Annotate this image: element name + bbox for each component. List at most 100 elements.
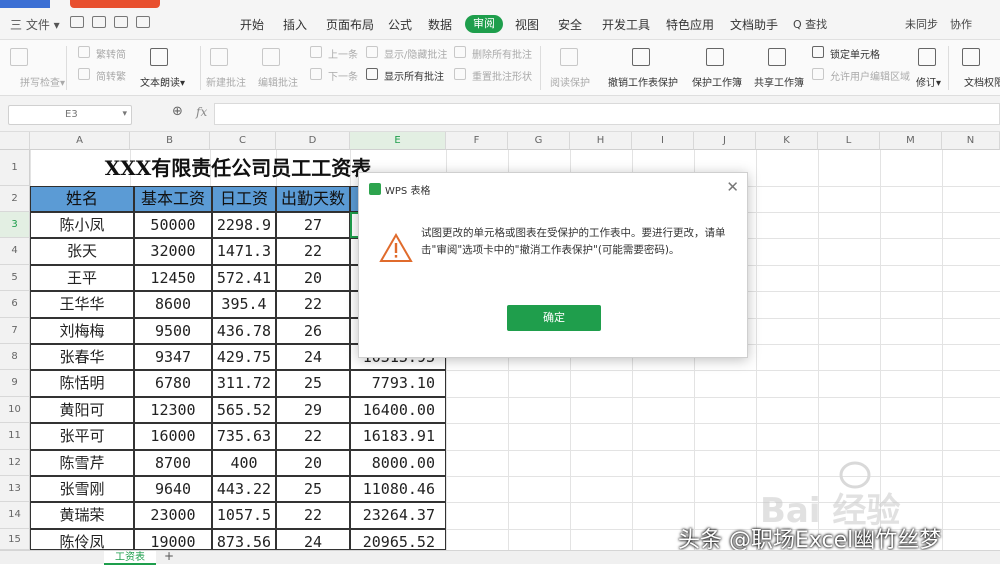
column-header[interactable]: L [818, 132, 880, 150]
column-header[interactable]: E [350, 132, 446, 150]
row-header[interactable]: 10 [0, 396, 30, 424]
zoom-icon[interactable]: ⊕ [172, 104, 183, 119]
row-header[interactable]: 1 [0, 150, 30, 186]
print-icon[interactable] [92, 16, 106, 28]
table-cell[interactable]: 12300 [134, 396, 212, 424]
table-cell[interactable]: 22 [276, 502, 350, 529]
tab-formulas[interactable]: 公式 [388, 16, 412, 33]
add-sheet-button[interactable]: + [164, 549, 174, 563]
ribbon-icon[interactable] [706, 48, 724, 66]
column-header[interactable]: M [880, 132, 942, 150]
sheet-tab[interactable]: 工资表 [104, 551, 156, 565]
table-cell[interactable]: 23264.37 [350, 502, 446, 529]
table-cell[interactable]: 黄阳可 [30, 396, 134, 424]
tab-security[interactable]: 安全 [558, 16, 582, 33]
table-cell[interactable]: 8700 [134, 449, 212, 476]
row-header[interactable]: 8 [0, 344, 30, 371]
column-header[interactable]: C [210, 132, 276, 150]
table-cell[interactable]: 22 [276, 423, 350, 450]
ribbon-button-label[interactable]: 显示/隐藏批注 [384, 46, 447, 61]
ribbon-icon[interactable] [962, 48, 980, 66]
ribbon-button-label[interactable]: 锁定单元格 [830, 46, 880, 61]
table-cell[interactable]: 22 [276, 291, 350, 318]
ribbon-icon[interactable] [812, 68, 824, 80]
table-cell[interactable]: 29 [276, 396, 350, 424]
undo-icon[interactable] [136, 16, 150, 28]
table-cell[interactable]: 572.41 [212, 264, 276, 292]
row-header[interactable]: 4 [0, 238, 30, 265]
docer-logo[interactable] [0, 0, 50, 8]
ribbon-button-label[interactable]: 重置批注形状 [472, 68, 532, 83]
ribbon-button-label[interactable]: 文本朗读▾ [140, 74, 185, 89]
ribbon-button-label[interactable]: 保护工作簿 [692, 74, 742, 89]
table-cell[interactable]: 32000 [134, 238, 212, 265]
table-cell[interactable]: 7793.10 [350, 370, 446, 397]
tab-review[interactable]: 审阅 [465, 15, 503, 33]
table-cell[interactable]: 20965.52 [350, 528, 446, 551]
column-header[interactable]: N [942, 132, 1000, 150]
table-header-cell[interactable]: 姓名 [30, 186, 134, 212]
table-header-cell[interactable]: 基本工资 [134, 186, 212, 212]
ok-button[interactable]: 确定 [507, 305, 601, 331]
table-cell[interactable]: 20 [276, 264, 350, 292]
ribbon-icon[interactable] [768, 48, 786, 66]
ribbon-icon[interactable] [10, 48, 28, 66]
table-cell[interactable]: 735.63 [212, 423, 276, 450]
column-header[interactable]: A [30, 132, 130, 150]
ribbon-icon[interactable] [262, 48, 280, 66]
preview-icon[interactable] [114, 16, 128, 28]
tab-page-layout[interactable]: 页面布局 [326, 16, 374, 33]
table-cell[interactable]: 陈伶凤 [30, 528, 134, 551]
table-cell[interactable]: 8600 [134, 291, 212, 318]
file-menu[interactable]: 三 文件 ▾ [10, 16, 60, 33]
sync-status[interactable]: 未同步 [905, 16, 938, 32]
table-cell[interactable]: 黄瑞荣 [30, 502, 134, 529]
table-cell[interactable]: 429.75 [212, 344, 276, 371]
tab-insert[interactable]: 插入 [283, 16, 307, 33]
table-cell[interactable]: 27 [276, 212, 350, 239]
column-header[interactable]: K [756, 132, 818, 150]
column-header[interactable]: B [130, 132, 210, 150]
table-cell[interactable]: 9500 [134, 317, 212, 344]
table-cell[interactable]: 刘梅梅 [30, 317, 134, 344]
table-cell[interactable]: 陈雪芹 [30, 449, 134, 476]
ribbon-icon[interactable] [454, 46, 466, 58]
row-header[interactable]: 9 [0, 370, 30, 397]
table-cell[interactable]: 12450 [134, 264, 212, 292]
ribbon-button-label[interactable]: 上一条 [328, 46, 358, 61]
ribbon-icon[interactable] [150, 48, 168, 66]
ribbon-icon[interactable] [210, 48, 228, 66]
ribbon-icon[interactable] [366, 68, 378, 80]
table-cell[interactable]: 张天 [30, 238, 134, 265]
ribbon-button-label[interactable]: 显示所有批注 [384, 68, 444, 83]
table-cell[interactable]: 16183.91 [350, 423, 446, 450]
ribbon-button-label[interactable]: 撤销工作表保护 [608, 74, 678, 89]
ribbon-icon[interactable] [812, 46, 824, 58]
row-header[interactable]: 15 [0, 528, 30, 550]
table-cell[interactable]: 2298.9 [212, 212, 276, 239]
ribbon-icon[interactable] [366, 46, 378, 58]
table-cell[interactable]: 400 [212, 449, 276, 476]
table-cell[interactable]: 6780 [134, 370, 212, 397]
table-cell[interactable]: 9347 [134, 344, 212, 371]
column-header[interactable]: F [446, 132, 508, 150]
table-cell[interactable]: 395.4 [212, 291, 276, 318]
table-cell[interactable]: 22 [276, 238, 350, 265]
ribbon-icon[interactable] [918, 48, 936, 66]
table-cell[interactable]: 19000 [134, 528, 212, 551]
table-cell[interactable]: 张春华 [30, 344, 134, 371]
search-box[interactable]: Q 查找 [793, 16, 827, 32]
save-icon[interactable] [70, 16, 84, 28]
table-cell[interactable]: 9640 [134, 476, 212, 503]
table-cell[interactable]: 25 [276, 476, 350, 503]
tab-features[interactable]: 特色应用 [666, 16, 714, 33]
tab-view[interactable]: 视图 [515, 16, 539, 33]
column-header[interactable]: J [694, 132, 756, 150]
table-cell[interactable]: 陈恬明 [30, 370, 134, 397]
table-cell[interactable]: 张平可 [30, 423, 134, 450]
ribbon-button-label[interactable]: 拼写检查▾ [20, 74, 65, 89]
table-cell[interactable]: 23000 [134, 502, 212, 529]
formula-input[interactable] [214, 103, 1000, 125]
table-cell[interactable]: 26 [276, 317, 350, 344]
table-cell[interactable]: 陈小凤 [30, 212, 134, 239]
